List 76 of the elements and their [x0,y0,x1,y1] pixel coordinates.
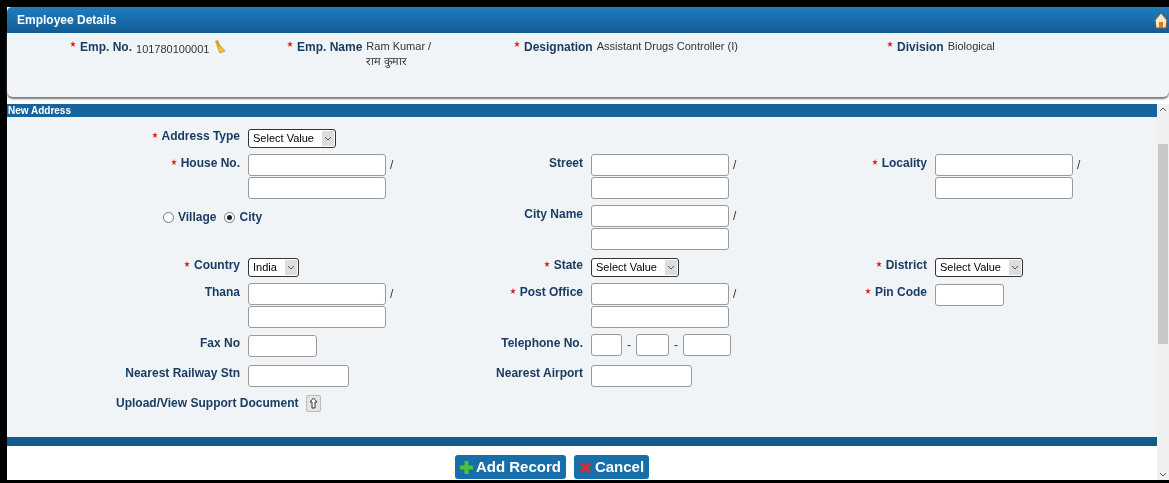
dropdown[interactable]: Select Value [591,258,679,277]
field-value: 101780100001 [136,42,210,57]
dropdown[interactable]: Select Value [248,129,336,148]
separator: / [390,157,394,174]
radio-button[interactable] [163,211,174,223]
separator: / [1077,157,1081,174]
field-label: State [553,258,583,273]
input-field[interactable] [935,284,1004,306]
separator: - [674,337,678,354]
radio-label: City [239,209,263,226]
input-field[interactable] [935,154,1073,176]
field-label: Address Type [161,129,240,144]
scroll-thumb[interactable] [1158,144,1168,344]
field-label: Telephone No. [501,336,583,351]
plus-icon [459,460,473,474]
field-label: Nearest Airport [496,366,583,381]
field-label: Country [194,258,240,273]
field-label: Pin Code [875,285,927,300]
upload-arrow-icon [309,397,319,409]
field-label: City Name [524,207,583,222]
input-field[interactable] [591,228,729,250]
field-label: Street [549,156,583,171]
separator: / [390,286,394,303]
radio-label: Village [178,209,217,226]
chevron-down-icon [321,131,334,146]
input-field[interactable] [248,335,317,357]
field-label: District [885,258,927,273]
input-field[interactable] [591,365,692,387]
input-field[interactable] [591,283,729,305]
section-title: New Address [8,104,71,117]
field-value: Ram Kumar / [366,39,432,54]
chevron-down-icon [284,260,297,275]
input-field[interactable] [248,306,386,328]
field-label: Locality [881,156,927,171]
field-label: House No. [180,156,240,171]
input-field[interactable] [935,177,1073,199]
separator: - [627,337,631,354]
field-label: Division [897,39,944,56]
field-label: Upload/View Support Document [116,395,299,412]
separator: / [733,157,737,174]
input-field[interactable] [591,154,729,176]
cancel-button[interactable]: Cancel [573,455,650,479]
dropdown[interactable]: Select Value [935,258,1023,277]
input-field[interactable] [683,334,731,356]
field-label: Thana [204,285,240,300]
input-field[interactable] [248,283,386,305]
panel-title: Employee Details [17,12,117,29]
field-value: Assistant Drugs Controller (I) [596,39,738,54]
input-field[interactable] [636,334,669,356]
chevron-down-icon [1008,260,1021,275]
input-field[interactable] [248,177,386,199]
dropdown[interactable]: India [248,258,299,277]
close-icon [578,460,592,474]
scrollbar[interactable] [1157,104,1169,480]
home-icon[interactable] [1154,11,1168,29]
brush-icon[interactable] [213,40,227,54]
field-value: Biological [947,39,995,54]
separator: / [733,286,737,303]
field-label: Post Office [519,285,583,300]
field-label: Designation [524,39,593,56]
input-field[interactable] [591,334,622,356]
input-field[interactable] [248,154,386,176]
radio-button[interactable] [224,211,236,223]
upload-button[interactable] [306,394,322,412]
separator: / [733,208,737,225]
input-field[interactable] [591,177,729,199]
input-field[interactable] [591,306,729,328]
field-label: Nearest Railway Stn [125,366,240,381]
add-record-button[interactable]: Add Record [454,455,566,479]
input-field[interactable] [591,205,729,227]
chevron-down-icon [664,260,677,275]
input-field[interactable] [248,365,349,387]
field-value: राम कुमार [366,54,409,69]
field-label: Emp. No. [80,39,132,56]
field-label: Fax No [200,336,240,351]
field-label: Emp. Name [297,39,363,56]
